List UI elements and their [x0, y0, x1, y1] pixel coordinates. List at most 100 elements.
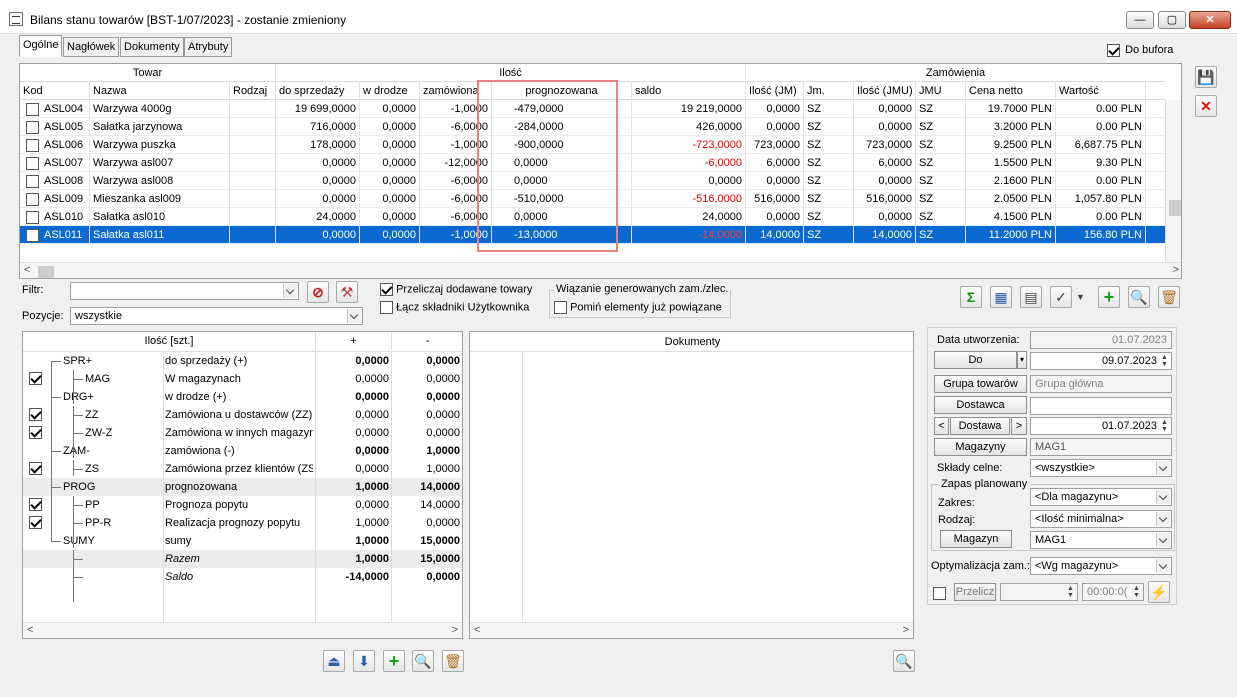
col-header-nazwa[interactable]: Nazwa [90, 82, 230, 100]
table-row[interactable]: ASL008 Warzywa asl008 0,0000 0,0000 -6,0000 0… [20, 172, 1165, 190]
delete-icon[interactable]: 🗑 [1158, 286, 1180, 308]
dostawa-prev-button[interactable]: < [934, 417, 949, 435]
do-dropdown-icon[interactable]: ▾ [1017, 351, 1027, 369]
magazyn-button[interactable]: Magazyn [940, 530, 1012, 548]
przelicz-button[interactable]: Przelicz [954, 583, 996, 601]
przeliczaj-checkbox[interactable] [380, 283, 393, 296]
tree-row[interactable]: ZW-Z Zamówiona w innych magazyna 0,0000 0,0… [23, 424, 462, 442]
col-header-wart[interactable]: Wartość [1056, 82, 1146, 100]
tree-row[interactable]: Saldo -14,0000 0,0000 [23, 568, 462, 586]
move-up-icon[interactable]: ⏏ [323, 650, 345, 672]
tree-checkbox[interactable] [29, 498, 42, 511]
col-header-jm[interactable]: Jm. [804, 82, 854, 100]
tree-row[interactable]: PP-R Realizacja prognozy popytu 1,0000 0,00… [23, 514, 462, 532]
table-row[interactable]: ASL010 Sałatka asl010 24,0000 0,0000 -6,0000… [20, 208, 1165, 226]
magazyny-button[interactable]: Magazyny [934, 438, 1027, 456]
tab-atrybuty[interactable]: Atrybuty [184, 37, 233, 57]
close-button[interactable]: ✕ [1189, 11, 1231, 29]
pomin-checkbox[interactable] [554, 301, 567, 314]
documents-horizontal-scrollbar[interactable]: < > [470, 622, 913, 638]
pozycje-select[interactable]: wszystkie [70, 307, 363, 325]
table-row[interactable]: ASL009 Mieszanka asl009 0,0000 0,0000 -6,000… [20, 190, 1165, 208]
generate-icon[interactable]: ✓ [1050, 286, 1072, 308]
col-header-droga[interactable]: w drodze [360, 82, 420, 100]
tree-row[interactable]: PP Prognoza popytu 0,0000 14,0000 [23, 496, 462, 514]
tree-row[interactable]: SPR+ do sprzedaży (+) 0,0000 0,0000 [23, 352, 462, 370]
dostawca-field[interactable] [1030, 397, 1172, 415]
tree-row[interactable]: PROG prognozowana 1,0000 14,0000 [23, 478, 462, 496]
do-button[interactable]: Do [934, 351, 1017, 369]
col-header-rodzaj[interactable]: Rodzaj [230, 82, 276, 100]
col-header-cena[interactable]: Cena netto [966, 82, 1056, 100]
rodzaj-select[interactable]: <Ilość minimalna> [1030, 510, 1172, 528]
tree-row[interactable]: Razem 1,0000 15,0000 [23, 550, 462, 568]
tree-row[interactable]: DRG+ w drodze (+) 0,0000 0,0000 [23, 388, 462, 406]
search-documents-icon[interactable]: 🔍 [893, 650, 915, 672]
delete-tree-icon[interactable]: 🗑 [442, 650, 464, 672]
dostawca-button[interactable]: Dostawca [934, 396, 1027, 414]
dostawa-button[interactable]: Dostawa [950, 417, 1010, 435]
grupa-towarow-button[interactable]: Grupa towarów [934, 375, 1027, 393]
calculator-icon[interactable]: ▦ [990, 286, 1012, 308]
table-row[interactable]: ASL004 Warzywa 4000g 19 699,0000 0,0000 -1,0… [20, 100, 1165, 118]
grid-horizontal-scrollbar[interactable]: < > [20, 262, 1181, 278]
tab-dokumenty[interactable]: Dokumenty [120, 37, 184, 57]
documents-panel[interactable]: Dokumenty < > [469, 331, 914, 639]
row-checkbox[interactable] [26, 192, 39, 206]
tree-checkbox[interactable] [29, 516, 42, 529]
do-date-field[interactable]: 09.07.2023 ▲ ▼ [1030, 352, 1172, 370]
tree-checkbox[interactable] [29, 408, 42, 421]
do-bufora-checkbox[interactable] [1107, 44, 1120, 57]
row-checkbox[interactable] [26, 174, 39, 188]
filter-input[interactable] [70, 282, 299, 300]
row-checkbox[interactable] [26, 228, 39, 242]
quantity-tree[interactable]: Ilość [szt.] + - SPR+ do sprzedaży (+) 0,0… [22, 331, 463, 639]
row-checkbox[interactable] [26, 102, 39, 116]
minimize-button[interactable]: — [1126, 11, 1154, 29]
col-header-ijmu[interactable]: Ilość (JMU) [854, 82, 916, 100]
col-header-saldo[interactable]: saldo [632, 82, 746, 100]
items-grid[interactable]: Towar Ilość Zamówienia Kod Nazwa Rodzaj do … [19, 63, 1182, 279]
lacz-checkbox[interactable] [380, 301, 393, 314]
przeliczaj-option[interactable]: Przeliczaj dodawane towary [380, 283, 532, 296]
cancel-icon[interactable]: ✕ [1195, 95, 1217, 117]
move-down-icon[interactable]: ⬇ [353, 650, 375, 672]
tree-checkbox[interactable] [29, 372, 42, 385]
clear-filter-icon[interactable]: ⊘ [307, 281, 329, 303]
col-header-jmu[interactable]: JMU [916, 82, 966, 100]
dostawa-next-button[interactable]: > [1011, 417, 1027, 435]
tree-horizontal-scrollbar[interactable]: < > [23, 622, 462, 638]
tree-row[interactable]: ZAM-zamówiona (-) 0,0000 1,0000 [23, 442, 462, 460]
table-row[interactable]: ASL006 Warzywa puszka 178,0000 0,0000 -1,000… [20, 136, 1165, 154]
col-header-prog[interactable]: prognozowana [492, 82, 632, 100]
pomin-option[interactable]: Pomiń elementy już powiązane [554, 301, 722, 314]
table-row[interactable]: ASL007 Warzywa asl007 0,0000 0,0000 -12,0000… [20, 154, 1165, 172]
table-row[interactable]: ASL005 Sałatka jarzynowa 716,0000 0,0000 -6,… [20, 118, 1165, 136]
tree-row[interactable]: SUMY sumy 1,0000 15,0000 [23, 532, 462, 550]
col-header-kod[interactable]: Kod [20, 82, 90, 100]
add-tree-icon[interactable]: + [383, 650, 405, 672]
tab-naglowek[interactable]: Nagłówek [63, 37, 120, 57]
save-icon[interactable]: 💾 [1195, 66, 1217, 88]
tree-checkbox[interactable] [29, 462, 42, 475]
dostawa-date-field[interactable]: 01.07.2023 ▲ ▼ [1030, 417, 1172, 435]
lacz-option[interactable]: Łącz składniki Użytkownika [380, 301, 529, 314]
generate-dropdown-icon[interactable]: ▼ [1076, 292, 1085, 302]
row-checkbox[interactable] [26, 210, 39, 224]
sklady-select[interactable]: <wszystkie> [1030, 459, 1172, 477]
col-header-sprz[interactable]: do sprzedaży [276, 82, 360, 100]
search-icon[interactable]: 🔍 [1128, 286, 1150, 308]
row-checkbox[interactable] [26, 156, 39, 170]
col-header-ijm[interactable]: Ilość (JM) [746, 82, 804, 100]
sum-icon[interactable]: Σ [960, 286, 982, 308]
filter-construct-icon[interactable]: ⚒ [336, 281, 358, 303]
optymalizacja-select[interactable]: <Wg magazynu> [1030, 557, 1172, 575]
calendar-icon[interactable]: ▤ [1020, 286, 1042, 308]
magazyn-select[interactable]: MAG1 [1030, 531, 1172, 549]
table-row[interactable]: ASL011 Sałatka asl011 0,0000 0,0000 -1,0000-… [20, 226, 1165, 244]
zakres-select[interactable]: <Dla magazynu> [1030, 488, 1172, 506]
add-icon[interactable]: + [1098, 286, 1120, 308]
grid-vertical-scrollbar[interactable] [1165, 100, 1181, 262]
row-checkbox[interactable] [26, 120, 39, 134]
tab-ogolne[interactable]: Ogólne [19, 35, 63, 57]
